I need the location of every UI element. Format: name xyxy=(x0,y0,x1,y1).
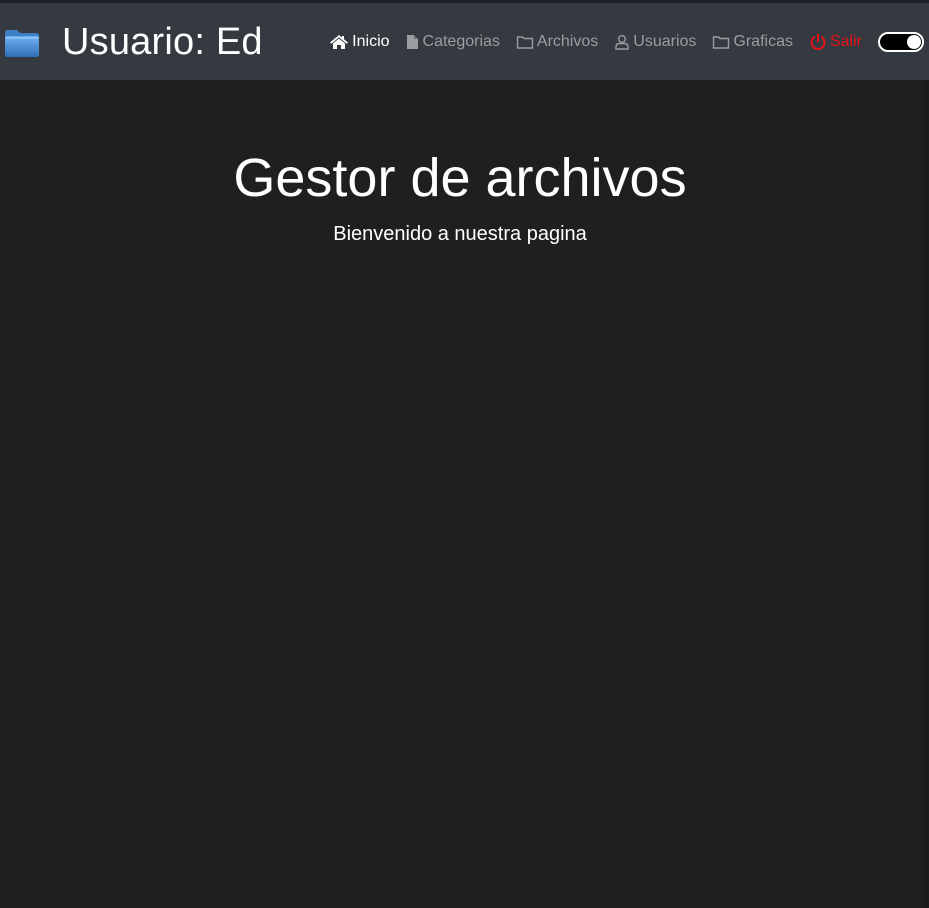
page-subtitle: Bienvenido a nuestra pagina xyxy=(333,223,587,245)
main-nav: Inicio Categorias Archivos Usuarios Graf… xyxy=(329,3,929,80)
theme-toggle-knob xyxy=(907,34,921,49)
main-content: Gestor de archivos Bienvenido a nuestra … xyxy=(0,80,920,246)
nav-item-archivos[interactable]: Archivos xyxy=(516,33,598,51)
scrollbar-track xyxy=(924,80,929,908)
brand[interactable]: Usuario: Ed xyxy=(4,3,263,80)
power-icon xyxy=(810,33,826,50)
folder-icon xyxy=(516,35,534,49)
nav-label-inicio: Inicio xyxy=(352,32,390,50)
nav-label-categorias: Categorias xyxy=(422,32,500,50)
brand-title: Usuario: Ed xyxy=(62,20,263,63)
nav-item-usuarios[interactable]: Usuarios xyxy=(614,33,696,51)
page-title: Gestor de archivos xyxy=(233,148,687,208)
theme-toggle[interactable] xyxy=(878,31,924,52)
nav-label-usuarios: Usuarios xyxy=(633,32,697,50)
nav-label-salir: Salir xyxy=(829,32,862,50)
nav-item-inicio[interactable]: Inicio xyxy=(329,32,390,51)
folder-icon xyxy=(5,29,39,57)
nav-item-graficas[interactable]: Graficas xyxy=(712,33,793,51)
user-icon xyxy=(615,34,629,50)
file-icon xyxy=(406,34,418,49)
nav-item-categorias[interactable]: Categorias xyxy=(406,33,500,51)
home-icon xyxy=(330,34,349,49)
nav-item-salir[interactable]: Salir xyxy=(809,33,862,51)
folder-icon xyxy=(713,35,730,49)
nav-label-graficas: Graficas xyxy=(733,32,793,50)
nav-label-archivos: Archivos xyxy=(536,32,599,50)
navbar: Usuario: Ed Inicio Categorias Archivos U… xyxy=(0,3,929,80)
